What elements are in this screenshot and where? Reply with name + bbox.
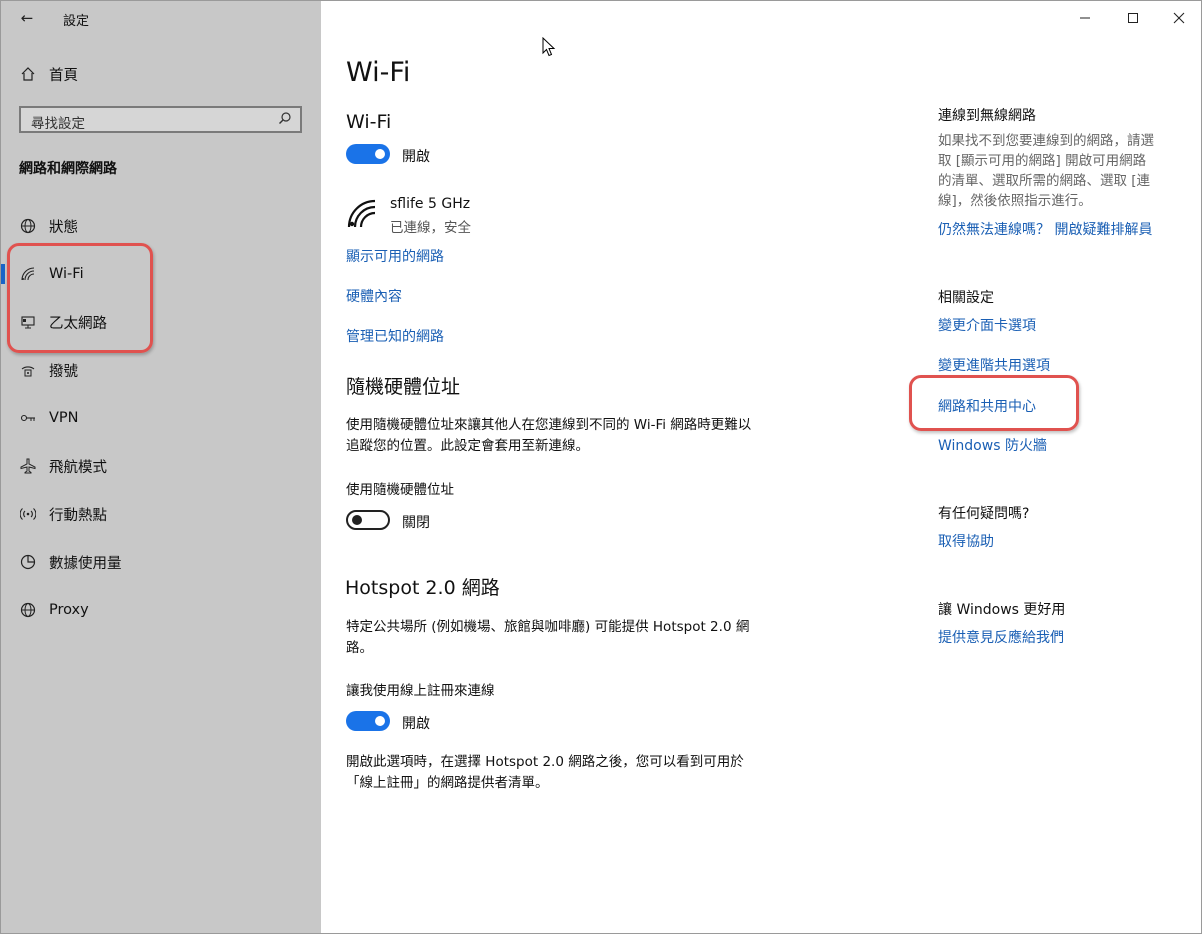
hotspot20-toggle[interactable] (346, 711, 390, 731)
search-placeholder: 尋找設定 (31, 116, 85, 132)
network-status: 已連線，安全 (390, 220, 471, 236)
hotspot20-note-line2: 「線上註冊」的網路提供者清單。 (346, 775, 549, 791)
sidebar-item-data-usage[interactable]: 數據使用量 (1, 542, 321, 582)
active-indicator (1, 264, 5, 284)
sidebar-item-label: Proxy (49, 602, 89, 618)
show-available-networks-link[interactable]: 顯示可用的網路 (346, 246, 444, 266)
wifi-toggle-label: 開啟 (402, 149, 430, 165)
dialup-icon (18, 360, 38, 380)
random-mac-desc-line1: 使用隨機硬體位址來讓其他人在您連線到不同的 Wi-Fi 網路時更難以 (346, 417, 752, 433)
sidebar: ← 設定 首頁 尋找設定 網路和網際網路 狀態 Wi-Fi 乙太網路 撥號 VP… (1, 1, 321, 933)
random-mac-toggle[interactable] (346, 510, 390, 530)
random-mac-toggle-caption: 使用隨機硬體位址 (346, 482, 454, 498)
random-mac-heading: 隨機硬體位址 (346, 376, 461, 398)
window-title: 設定 (63, 14, 90, 29)
main-content: Wi-Fi Wi-Fi 開啟 sflife 5 GHz 已連線，安全 顯示可用的… (322, 1, 1201, 933)
get-help-link[interactable]: 取得協助 (938, 531, 994, 551)
advanced-sharing-options-link[interactable]: 變更進階共用選項 (938, 355, 1050, 375)
airplane-icon (18, 456, 38, 476)
data-usage-icon (18, 552, 38, 572)
wifi-signal-icon[interactable] (346, 198, 380, 232)
sidebar-item-label: 數據使用量 (49, 555, 122, 572)
globe-status-icon (18, 216, 38, 236)
network-name[interactable]: sflife 5 GHz (390, 196, 470, 212)
hotspot20-desc-line1: 特定公共場所 (例如機場、旅館與咖啡廳) 可能提供 Hotspot 2.0 網 (346, 619, 750, 635)
sidebar-item-dialup[interactable]: 撥號 (1, 350, 321, 390)
sidebar-item-label: VPN (49, 410, 79, 426)
make-windows-better-heading: 讓 Windows 更好用 (938, 602, 1066, 618)
toggle-knob (375, 716, 385, 726)
hardware-properties-link[interactable]: 硬體內容 (346, 286, 402, 306)
connect-text-line4: 線]，然後依照指示進行。 (938, 193, 1092, 209)
search-icon[interactable] (278, 111, 294, 127)
connect-text-line2: 取 [顯示可用的網路] 開啟可用網路 (938, 153, 1147, 169)
hotspot20-note-line1: 開啟此選項時，在選擇 Hotspot 2.0 網路之後，您可以看到可用於 (346, 754, 744, 770)
back-arrow-icon[interactable]: ← (15, 7, 39, 29)
page-title: Wi-Fi (346, 57, 411, 88)
settings-window: ← 設定 首頁 尋找設定 網路和網際網路 狀態 Wi-Fi 乙太網路 撥號 VP… (0, 0, 1202, 934)
hotspot20-heading: Hotspot 2.0 網路 (345, 577, 500, 599)
toggle-knob (375, 149, 385, 159)
sidebar-item-label: 狀態 (49, 219, 78, 236)
search-input[interactable]: 尋找設定 (19, 106, 302, 133)
connect-heading: 連線到無線網路 (938, 108, 1036, 124)
annotation-callout-sharing-center (909, 375, 1079, 431)
sidebar-item-status[interactable]: 狀態 (1, 206, 321, 246)
sidebar-item-label: 首頁 (49, 67, 78, 84)
troubleshoot-link[interactable]: 仍然無法連線嗎？ 開啟疑難排解員 (938, 219, 1152, 239)
give-feedback-link[interactable]: 提供意見反應給我們 (938, 627, 1064, 647)
sidebar-item-vpn[interactable]: VPN (1, 398, 321, 438)
vpn-icon (18, 408, 38, 428)
connect-text-line1: 如果找不到您要連線到的網路，請選 (938, 133, 1154, 149)
sidebar-item-proxy[interactable]: Proxy (1, 590, 321, 630)
toggle-knob (352, 515, 362, 525)
connect-text-line3: 的清單、選取所需的網路、選取 [連 (938, 173, 1151, 189)
sidebar-item-home[interactable]: 首頁 (1, 54, 321, 94)
annotation-callout-sidebar (7, 243, 153, 353)
related-settings-heading: 相關設定 (938, 290, 994, 306)
sidebar-item-label: 行動熱點 (49, 507, 107, 524)
random-mac-desc-line2: 追蹤您的位置。此設定會套用至新連線。 (346, 438, 589, 454)
manage-known-networks-link[interactable]: 管理已知的網路 (346, 326, 444, 346)
sidebar-item-hotspot[interactable]: 行動熱點 (1, 494, 321, 534)
sidebar-item-airplane[interactable]: 飛航模式 (1, 446, 321, 486)
random-mac-toggle-label: 關閉 (402, 515, 430, 531)
hotspot20-toggle-caption: 讓我使用線上註冊來連線 (346, 683, 495, 699)
section-title: 網路和網際網路 (19, 161, 117, 177)
hotspot20-desc-line2: 路。 (346, 640, 373, 656)
hotspot20-toggle-label: 開啟 (402, 716, 430, 732)
windows-firewall-link[interactable]: Windows 防火牆 (938, 435, 1047, 455)
change-adapter-options-link[interactable]: 變更介面卡選項 (938, 315, 1036, 335)
sidebar-item-label: 撥號 (49, 363, 78, 380)
hotspot-icon (18, 504, 38, 524)
home-icon (18, 64, 38, 84)
proxy-globe-icon (18, 600, 38, 620)
wifi-heading: Wi-Fi (346, 111, 392, 133)
help-heading: 有任何疑問嗎? (938, 506, 1030, 522)
wifi-toggle[interactable] (346, 144, 390, 164)
sidebar-item-label: 飛航模式 (49, 459, 107, 476)
